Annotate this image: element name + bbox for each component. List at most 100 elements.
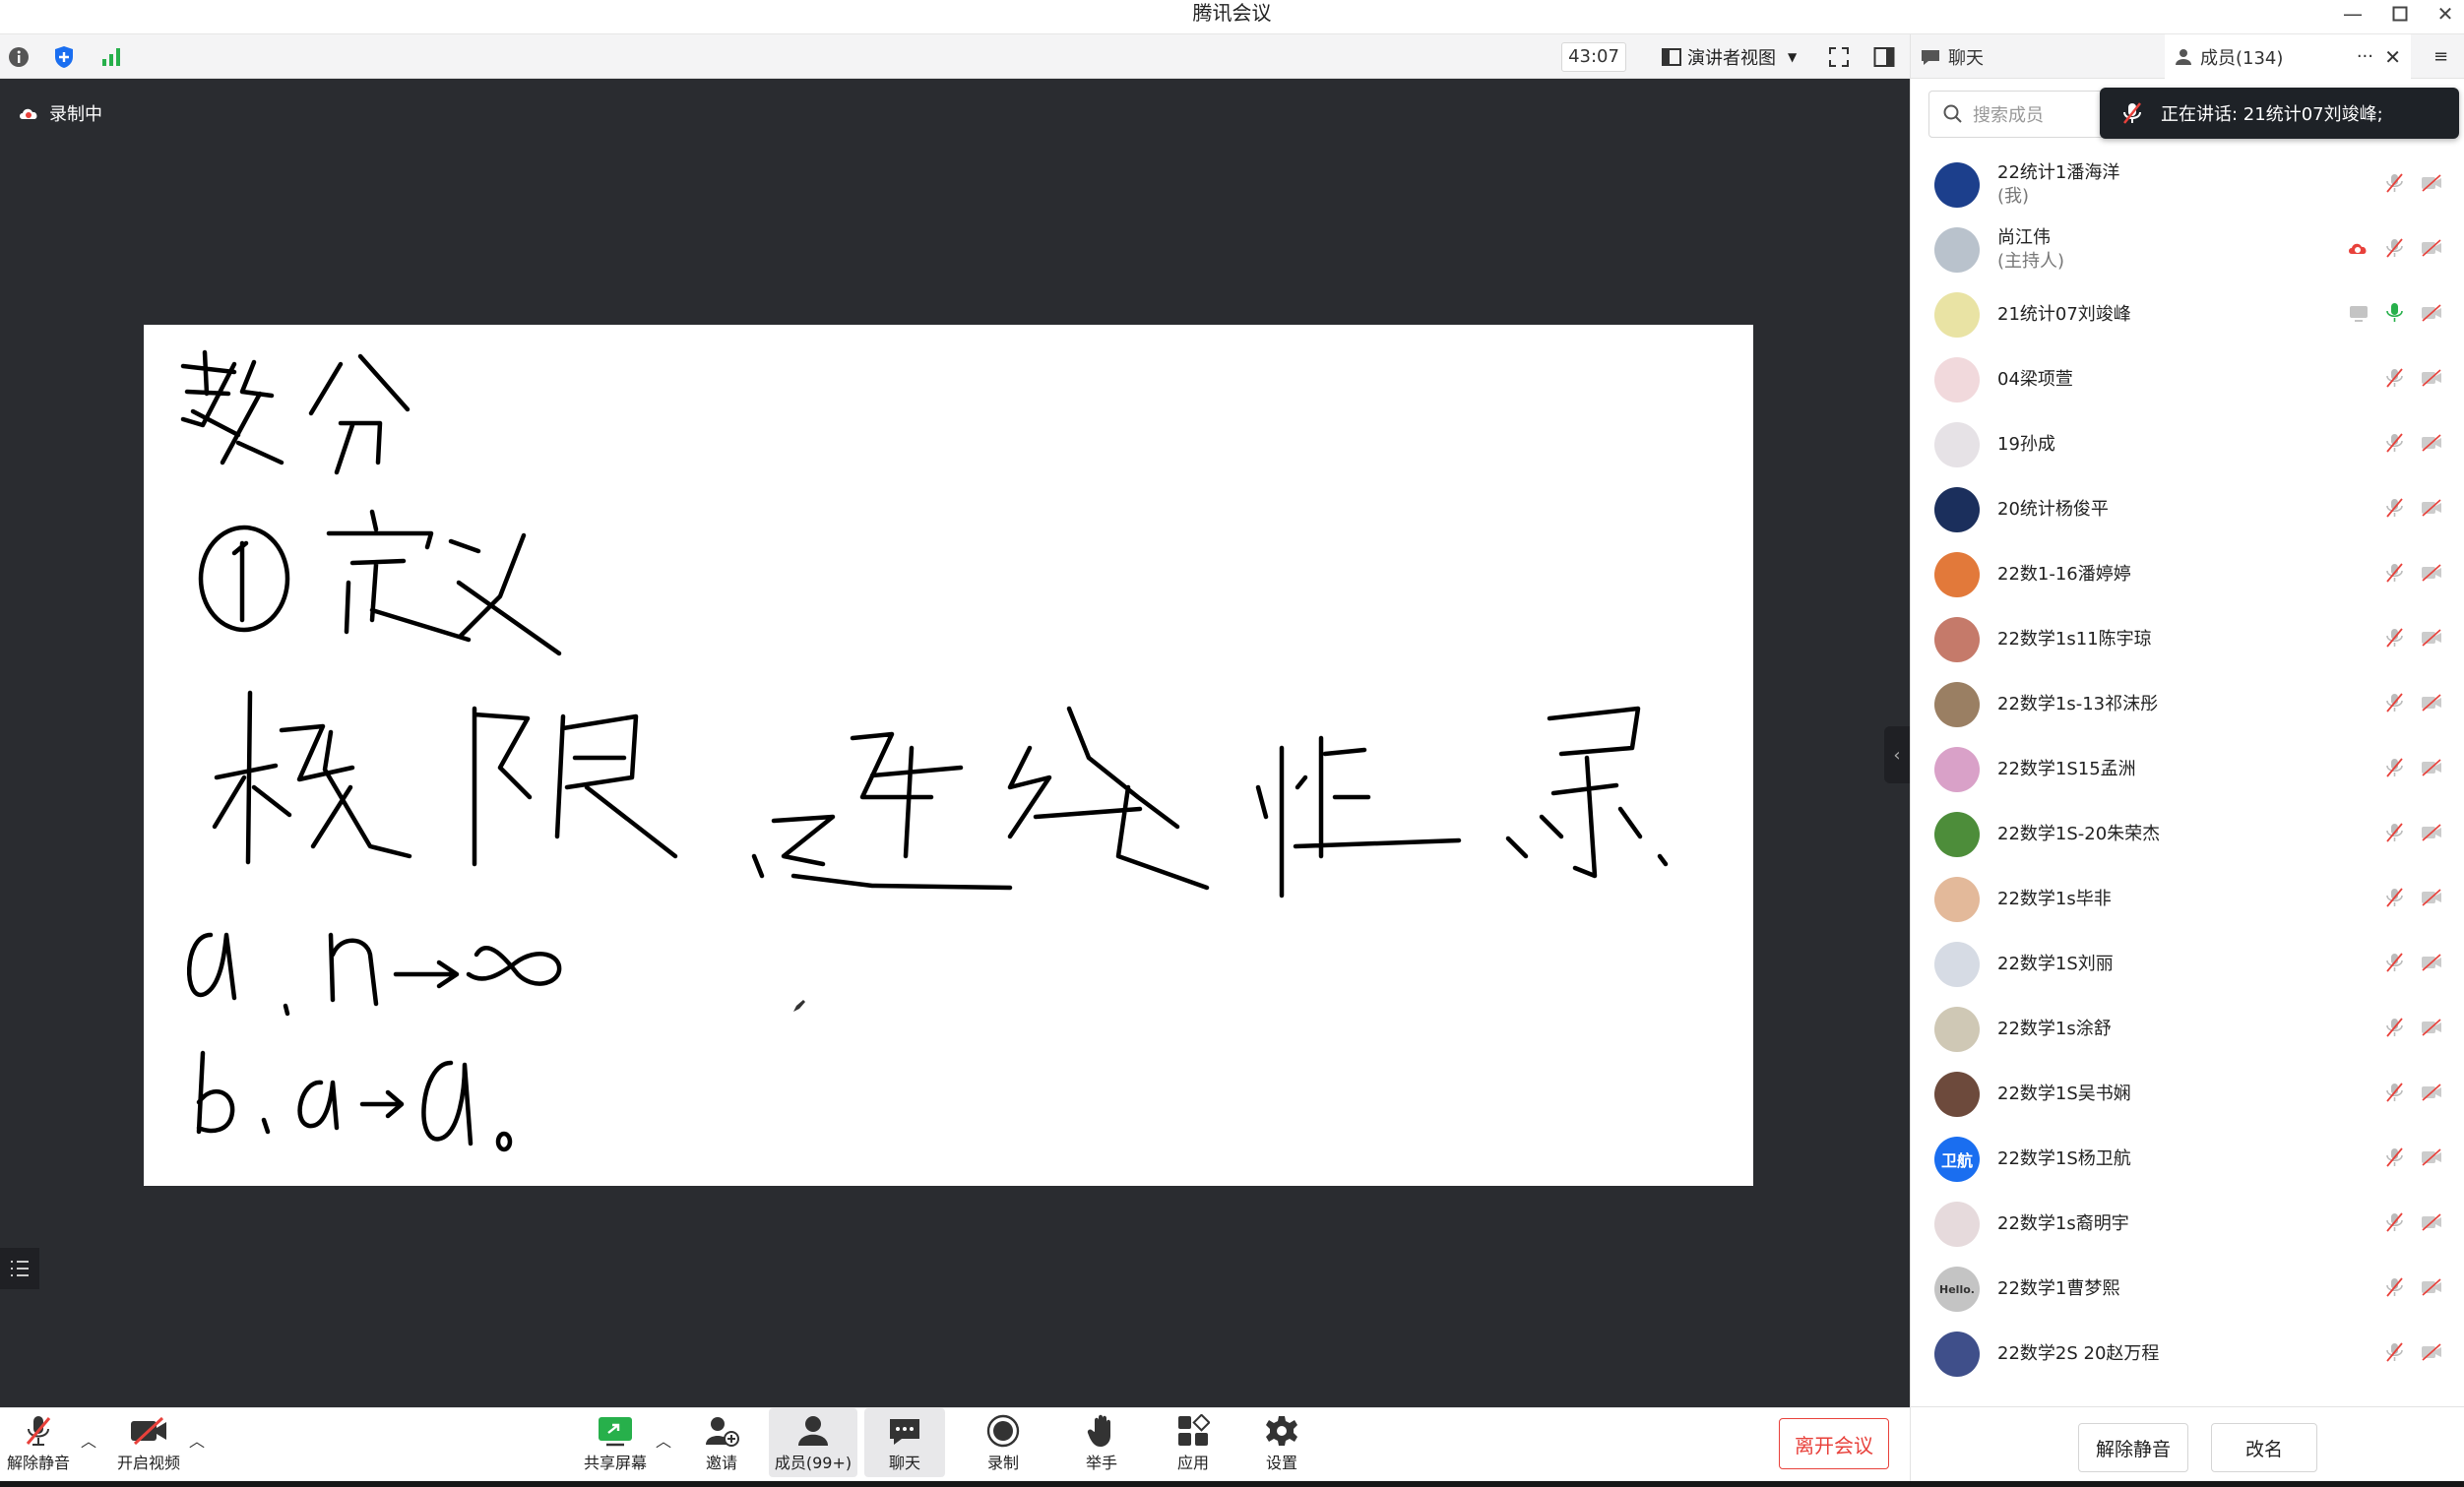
member-row[interactable]: 尚江伟 (主持人) xyxy=(1911,217,2464,282)
unmute-button[interactable]: 解除静音 xyxy=(0,1408,77,1477)
mic-muted-icon[interactable] xyxy=(2384,1082,2404,1107)
title-bar: 腾讯会议 — ✕ xyxy=(0,0,2464,34)
taskbar-strip xyxy=(0,1481,2464,1487)
member-row[interactable]: 04梁项萱 xyxy=(1911,347,2464,412)
mic-muted-icon[interactable] xyxy=(2384,692,2404,717)
recording-status-text: 录制中 xyxy=(49,104,102,125)
mic-muted-icon[interactable] xyxy=(2384,562,2404,588)
mic-muted-icon[interactable] xyxy=(2384,1146,2404,1172)
member-row[interactable]: 22统计1潘海洋 (我) xyxy=(1911,153,2464,217)
camera-off-icon xyxy=(2422,369,2441,387)
share-screen-button[interactable]: 共享屏幕 xyxy=(577,1408,654,1477)
camera-off-icon[interactable] xyxy=(2420,1342,2443,1366)
maximize-button[interactable] xyxy=(2380,0,2420,27)
mic-on-icon[interactable] xyxy=(2384,302,2404,328)
mic-muted-icon[interactable] xyxy=(2384,172,2404,198)
member-row[interactable]: 19孙成 xyxy=(1911,412,2464,477)
mic-muted-icon[interactable] xyxy=(2384,1211,2404,1237)
camera-off-icon[interactable] xyxy=(2420,498,2443,522)
mic-muted-icon[interactable] xyxy=(2384,952,2404,977)
member-name-block: 22数学1S吴书娴 xyxy=(1997,1083,2131,1106)
member-row[interactable]: 22数学1S15孟洲 xyxy=(1911,737,2464,802)
recording-icon xyxy=(2347,240,2369,260)
camera-off-icon[interactable] xyxy=(2420,1212,2443,1236)
member-row[interactable]: 22数学1S-20朱荣杰 xyxy=(1911,802,2464,867)
record-button[interactable]: 录制 xyxy=(965,1408,1042,1477)
tab-chat[interactable]: 聊天 xyxy=(1911,34,2165,79)
member-row[interactable]: Hello. 22数学1曹梦熙 xyxy=(1911,1257,2464,1322)
camera-off-icon[interactable] xyxy=(2420,628,2443,651)
mic-options-chevron-icon[interactable]: ︿ xyxy=(81,1428,96,1452)
fullscreen-icon[interactable] xyxy=(1826,44,1852,70)
member-row[interactable]: 22数学1s-13祁沫彤 xyxy=(1911,672,2464,737)
view-mode-dropdown[interactable]: 演讲者视图 ▼ xyxy=(1652,42,1806,72)
camera-off-icon[interactable] xyxy=(2420,238,2443,262)
mic-muted-icon[interactable] xyxy=(2384,887,2404,912)
member-row[interactable]: 22数学1s毕非 xyxy=(1911,867,2464,932)
camera-off-icon[interactable] xyxy=(2420,1083,2443,1106)
collapse-panel-button[interactable]: ‹ xyxy=(1884,726,1910,783)
mic-muted-icon[interactable] xyxy=(2384,1276,2404,1302)
panel-footer: 解除静音 改名 xyxy=(1911,1406,2464,1487)
apps-button[interactable]: 应用 xyxy=(1155,1408,1232,1477)
camera-off-icon[interactable] xyxy=(2420,1147,2443,1171)
mic-muted-icon[interactable] xyxy=(2384,1017,2404,1042)
member-row[interactable]: 22数学1s11陈宇琼 xyxy=(1911,607,2464,672)
camera-off-icon[interactable] xyxy=(2420,823,2443,846)
camera-off-icon[interactable] xyxy=(2420,173,2443,197)
chat-button[interactable]: 聊天 xyxy=(864,1408,945,1477)
mic-muted-icon[interactable] xyxy=(2384,822,2404,847)
member-row[interactable]: 22数学1S吴书娴 xyxy=(1911,1062,2464,1127)
mic-muted-icon[interactable] xyxy=(2384,367,2404,393)
tab-members[interactable]: 成员(134) ··· ✕ xyxy=(2165,34,2411,79)
rename-button[interactable]: 改名 xyxy=(2211,1423,2317,1472)
leave-meeting-button[interactable]: 离开会议 xyxy=(1779,1418,1889,1469)
list-menu-button[interactable] xyxy=(0,1248,39,1289)
close-tab-icon[interactable]: ✕ xyxy=(2384,45,2401,69)
member-status-icons xyxy=(2384,952,2443,977)
camera-off-icon[interactable] xyxy=(2420,888,2443,911)
close-window-button[interactable]: ✕ xyxy=(2426,0,2464,27)
camera-off-icon[interactable] xyxy=(2420,303,2443,327)
member-row[interactable]: 22数学1s裔明宇 xyxy=(1911,1192,2464,1257)
member-row[interactable]: 22数学2S 20赵万程 xyxy=(1911,1322,2464,1387)
camera-off-icon[interactable] xyxy=(2420,953,2443,976)
layout-sidebar-icon[interactable] xyxy=(1871,44,1897,70)
camera-off-icon[interactable] xyxy=(2420,433,2443,457)
raise-hand-button[interactable]: 举手 xyxy=(1063,1408,1140,1477)
mic-muted-icon[interactable] xyxy=(2384,627,2404,652)
invite-button[interactable]: 邀请 xyxy=(683,1408,760,1477)
panel-menu-icon[interactable]: ≡ xyxy=(2417,34,2464,79)
camera-off-icon xyxy=(2422,1278,2441,1296)
network-signal-icon[interactable] xyxy=(98,44,124,70)
camera-off-icon[interactable] xyxy=(2420,693,2443,716)
member-row[interactable]: 22数学1S刘丽 xyxy=(1911,932,2464,997)
mic-muted-icon[interactable] xyxy=(2384,757,2404,782)
member-name-block: 19孙成 xyxy=(1997,433,2055,457)
mic-muted-icon[interactable] xyxy=(2384,432,2404,458)
settings-button[interactable]: 设置 xyxy=(1243,1408,1320,1477)
member-row[interactable]: 22数1-16潘婷婷 xyxy=(1911,542,2464,607)
more-options-icon[interactable]: ··· xyxy=(2357,46,2373,67)
start-video-button[interactable]: 开启视频 xyxy=(110,1408,187,1477)
video-options-chevron-icon[interactable]: ︿ xyxy=(189,1428,205,1452)
security-shield-icon[interactable] xyxy=(51,44,77,70)
camera-off-icon[interactable] xyxy=(2420,1277,2443,1301)
mic-muted-icon[interactable] xyxy=(2384,1341,2404,1367)
mic-muted-icon[interactable] xyxy=(2384,497,2404,523)
camera-off-icon[interactable] xyxy=(2420,1018,2443,1041)
camera-off-icon[interactable] xyxy=(2420,563,2443,587)
share-options-chevron-icon[interactable]: ︿ xyxy=(656,1428,671,1452)
unmute-all-button[interactable]: 解除静音 xyxy=(2078,1423,2188,1472)
member-row[interactable]: 20统计杨俊平 xyxy=(1911,477,2464,542)
minimize-button[interactable]: — xyxy=(2333,0,2372,27)
mic-muted-icon[interactable] xyxy=(2384,237,2404,263)
member-status-icons xyxy=(2384,627,2443,652)
info-icon[interactable] xyxy=(6,44,32,70)
camera-off-icon[interactable] xyxy=(2420,758,2443,781)
camera-off-icon[interactable] xyxy=(2420,368,2443,392)
members-button[interactable]: 成员(99+) xyxy=(769,1408,857,1477)
member-row[interactable]: 21统计07刘竣峰 xyxy=(1911,282,2464,347)
member-row[interactable]: 22数学1s涂舒 xyxy=(1911,997,2464,1062)
member-row[interactable]: 卫航 22数学1S杨卫航 xyxy=(1911,1127,2464,1192)
